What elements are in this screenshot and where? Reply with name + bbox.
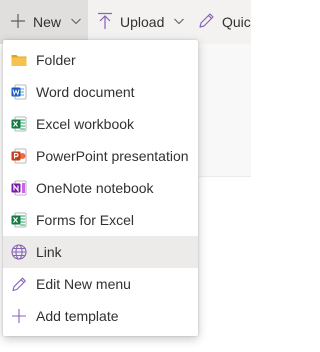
pencil-icon	[11, 276, 27, 292]
new-button[interactable]: New	[0, 0, 88, 44]
chevron-down-icon	[70, 14, 82, 30]
folder-icon	[11, 52, 27, 68]
link-globe-icon	[11, 244, 27, 260]
word-icon	[11, 84, 27, 100]
menu-item-onenote-notebook[interactable]: OneNote notebook	[3, 172, 198, 204]
menu-item-label: Excel workbook	[36, 116, 135, 132]
pencil-icon	[198, 12, 215, 32]
quick-edit-button[interactable]: Quic	[196, 0, 251, 44]
menu-item-forms-for-excel[interactable]: Forms for Excel	[3, 204, 198, 236]
upload-arrow-icon	[97, 12, 113, 33]
menu-item-word-document[interactable]: Word document	[3, 76, 198, 108]
quick-edit-label: Quic	[222, 14, 251, 30]
upload-button-label: Upload	[120, 14, 165, 30]
menu-item-add-template[interactable]: Add template	[3, 300, 198, 332]
powerpoint-icon	[11, 148, 27, 164]
menu-item-excel-workbook[interactable]: Excel workbook	[3, 108, 198, 140]
new-menu: Folder Word document Excel workbook Powe…	[3, 40, 198, 336]
plus-icon	[10, 13, 26, 32]
forms-excel-icon	[11, 212, 27, 228]
menu-item-folder[interactable]: Folder	[3, 44, 198, 76]
background-divider	[199, 176, 251, 177]
menu-item-label: Word document	[36, 84, 135, 100]
menu-item-label: Forms for Excel	[36, 212, 135, 228]
menu-item-edit-new-menu[interactable]: Edit New menu	[3, 268, 198, 300]
command-bar: New Upload Quic	[0, 0, 251, 44]
menu-item-label: OneNote notebook	[36, 180, 154, 196]
menu-item-label: Add template	[36, 308, 119, 324]
menu-item-label: PowerPoint presentation	[36, 148, 189, 164]
menu-item-label: Folder	[36, 52, 76, 68]
background-content	[199, 44, 251, 176]
plus-icon	[11, 308, 27, 324]
onenote-icon	[11, 180, 27, 196]
excel-icon	[11, 116, 27, 132]
menu-item-label: Edit New menu	[36, 276, 131, 292]
upload-button[interactable]: Upload	[93, 0, 185, 44]
menu-item-label: Link	[36, 244, 62, 260]
new-button-label: New	[33, 14, 62, 30]
menu-item-link[interactable]: Link	[3, 236, 198, 268]
chevron-down-icon	[173, 14, 185, 30]
menu-item-powerpoint-presentation[interactable]: PowerPoint presentation	[3, 140, 198, 172]
